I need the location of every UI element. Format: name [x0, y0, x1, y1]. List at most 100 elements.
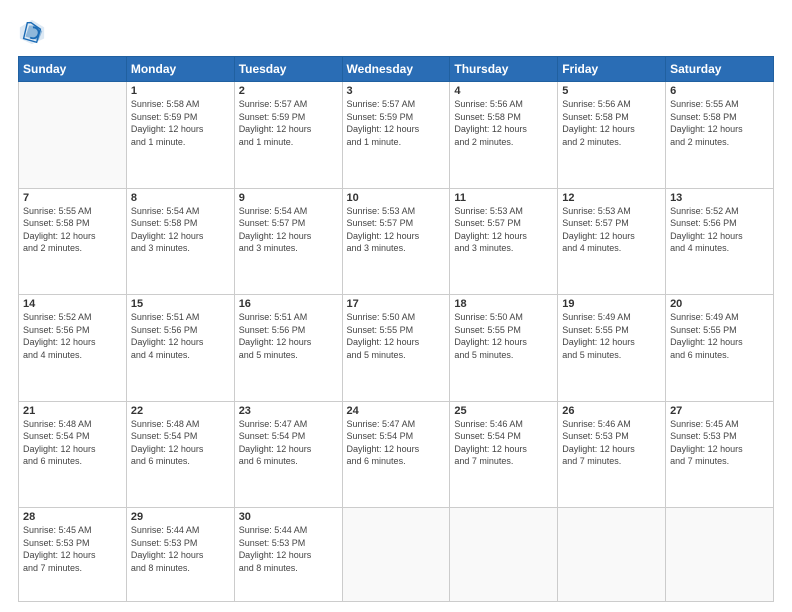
- calendar-cell: 27Sunrise: 5:45 AM Sunset: 5:53 PM Dayli…: [666, 401, 774, 508]
- day-number: 17: [347, 298, 446, 310]
- day-number: 25: [454, 405, 553, 417]
- calendar-cell: 6Sunrise: 5:55 AM Sunset: 5:58 PM Daylig…: [666, 82, 774, 189]
- cell-info: Sunrise: 5:57 AM Sunset: 5:59 PM Dayligh…: [239, 98, 338, 148]
- calendar-table: SundayMondayTuesdayWednesdayThursdayFrid…: [18, 56, 774, 602]
- day-number: 8: [131, 192, 230, 204]
- cell-info: Sunrise: 5:53 AM Sunset: 5:57 PM Dayligh…: [347, 205, 446, 255]
- day-number: 27: [670, 405, 769, 417]
- cell-info: Sunrise: 5:50 AM Sunset: 5:55 PM Dayligh…: [454, 311, 553, 361]
- day-number: 3: [347, 85, 446, 97]
- calendar-week-3: 14Sunrise: 5:52 AM Sunset: 5:56 PM Dayli…: [19, 295, 774, 402]
- day-number: 12: [562, 192, 661, 204]
- cell-info: Sunrise: 5:44 AM Sunset: 5:53 PM Dayligh…: [131, 524, 230, 574]
- day-number: 5: [562, 85, 661, 97]
- day-number: 14: [23, 298, 122, 310]
- cell-info: Sunrise: 5:56 AM Sunset: 5:58 PM Dayligh…: [454, 98, 553, 148]
- calendar-cell: 4Sunrise: 5:56 AM Sunset: 5:58 PM Daylig…: [450, 82, 558, 189]
- weekday-header-tuesday: Tuesday: [234, 57, 342, 82]
- day-number: 1: [131, 85, 230, 97]
- day-number: 21: [23, 405, 122, 417]
- header: [18, 18, 774, 46]
- day-number: 30: [239, 511, 338, 523]
- cell-info: Sunrise: 5:52 AM Sunset: 5:56 PM Dayligh…: [670, 205, 769, 255]
- weekday-header-monday: Monday: [126, 57, 234, 82]
- calendar-header-row: SundayMondayTuesdayWednesdayThursdayFrid…: [19, 57, 774, 82]
- calendar-cell: 26Sunrise: 5:46 AM Sunset: 5:53 PM Dayli…: [558, 401, 666, 508]
- day-number: 28: [23, 511, 122, 523]
- day-number: 26: [562, 405, 661, 417]
- calendar-cell: 29Sunrise: 5:44 AM Sunset: 5:53 PM Dayli…: [126, 508, 234, 602]
- day-number: 11: [454, 192, 553, 204]
- day-number: 23: [239, 405, 338, 417]
- calendar-cell: 18Sunrise: 5:50 AM Sunset: 5:55 PM Dayli…: [450, 295, 558, 402]
- calendar-cell: 22Sunrise: 5:48 AM Sunset: 5:54 PM Dayli…: [126, 401, 234, 508]
- calendar-cell: [666, 508, 774, 602]
- cell-info: Sunrise: 5:57 AM Sunset: 5:59 PM Dayligh…: [347, 98, 446, 148]
- cell-info: Sunrise: 5:47 AM Sunset: 5:54 PM Dayligh…: [347, 418, 446, 468]
- cell-info: Sunrise: 5:44 AM Sunset: 5:53 PM Dayligh…: [239, 524, 338, 574]
- calendar-cell: 30Sunrise: 5:44 AM Sunset: 5:53 PM Dayli…: [234, 508, 342, 602]
- calendar-week-5: 28Sunrise: 5:45 AM Sunset: 5:53 PM Dayli…: [19, 508, 774, 602]
- calendar-cell: 7Sunrise: 5:55 AM Sunset: 5:58 PM Daylig…: [19, 188, 127, 295]
- calendar-cell: [450, 508, 558, 602]
- calendar-cell: [558, 508, 666, 602]
- day-number: 4: [454, 85, 553, 97]
- calendar-cell: 9Sunrise: 5:54 AM Sunset: 5:57 PM Daylig…: [234, 188, 342, 295]
- day-number: 22: [131, 405, 230, 417]
- cell-info: Sunrise: 5:46 AM Sunset: 5:53 PM Dayligh…: [562, 418, 661, 468]
- cell-info: Sunrise: 5:53 AM Sunset: 5:57 PM Dayligh…: [562, 205, 661, 255]
- calendar-cell: 15Sunrise: 5:51 AM Sunset: 5:56 PM Dayli…: [126, 295, 234, 402]
- day-number: 29: [131, 511, 230, 523]
- cell-info: Sunrise: 5:55 AM Sunset: 5:58 PM Dayligh…: [23, 205, 122, 255]
- calendar-cell: 17Sunrise: 5:50 AM Sunset: 5:55 PM Dayli…: [342, 295, 450, 402]
- cell-info: Sunrise: 5:55 AM Sunset: 5:58 PM Dayligh…: [670, 98, 769, 148]
- day-number: 13: [670, 192, 769, 204]
- cell-info: Sunrise: 5:49 AM Sunset: 5:55 PM Dayligh…: [562, 311, 661, 361]
- calendar-cell: 28Sunrise: 5:45 AM Sunset: 5:53 PM Dayli…: [19, 508, 127, 602]
- calendar-cell: 20Sunrise: 5:49 AM Sunset: 5:55 PM Dayli…: [666, 295, 774, 402]
- day-number: 18: [454, 298, 553, 310]
- weekday-header-sunday: Sunday: [19, 57, 127, 82]
- cell-info: Sunrise: 5:48 AM Sunset: 5:54 PM Dayligh…: [131, 418, 230, 468]
- calendar-cell: 2Sunrise: 5:57 AM Sunset: 5:59 PM Daylig…: [234, 82, 342, 189]
- day-number: 7: [23, 192, 122, 204]
- calendar-cell: [342, 508, 450, 602]
- cell-info: Sunrise: 5:51 AM Sunset: 5:56 PM Dayligh…: [131, 311, 230, 361]
- cell-info: Sunrise: 5:50 AM Sunset: 5:55 PM Dayligh…: [347, 311, 446, 361]
- calendar-cell: 21Sunrise: 5:48 AM Sunset: 5:54 PM Dayli…: [19, 401, 127, 508]
- calendar-cell: 8Sunrise: 5:54 AM Sunset: 5:58 PM Daylig…: [126, 188, 234, 295]
- cell-info: Sunrise: 5:51 AM Sunset: 5:56 PM Dayligh…: [239, 311, 338, 361]
- calendar-cell: 11Sunrise: 5:53 AM Sunset: 5:57 PM Dayli…: [450, 188, 558, 295]
- cell-info: Sunrise: 5:54 AM Sunset: 5:57 PM Dayligh…: [239, 205, 338, 255]
- calendar-cell: 16Sunrise: 5:51 AM Sunset: 5:56 PM Dayli…: [234, 295, 342, 402]
- calendar-cell: 25Sunrise: 5:46 AM Sunset: 5:54 PM Dayli…: [450, 401, 558, 508]
- cell-info: Sunrise: 5:52 AM Sunset: 5:56 PM Dayligh…: [23, 311, 122, 361]
- weekday-header-wednesday: Wednesday: [342, 57, 450, 82]
- calendar-week-2: 7Sunrise: 5:55 AM Sunset: 5:58 PM Daylig…: [19, 188, 774, 295]
- calendar-cell: 12Sunrise: 5:53 AM Sunset: 5:57 PM Dayli…: [558, 188, 666, 295]
- day-number: 16: [239, 298, 338, 310]
- calendar-cell: 23Sunrise: 5:47 AM Sunset: 5:54 PM Dayli…: [234, 401, 342, 508]
- weekday-header-saturday: Saturday: [666, 57, 774, 82]
- day-number: 6: [670, 85, 769, 97]
- calendar-cell: 19Sunrise: 5:49 AM Sunset: 5:55 PM Dayli…: [558, 295, 666, 402]
- cell-info: Sunrise: 5:46 AM Sunset: 5:54 PM Dayligh…: [454, 418, 553, 468]
- cell-info: Sunrise: 5:49 AM Sunset: 5:55 PM Dayligh…: [670, 311, 769, 361]
- calendar-week-4: 21 Sunrise: 5:48 AM Sunset: 5:54 PM Dayli…: [19, 401, 774, 508]
- logo-icon: [18, 18, 46, 46]
- calendar-cell: 10Sunrise: 5:53 AM Sunset: 5:57 PM Dayli…: [342, 188, 450, 295]
- cell-info: Sunrise: 5:45 AM Sunset: 5:53 PM Dayligh…: [23, 524, 122, 574]
- day-number: 19: [562, 298, 661, 310]
- calendar-cell: 5Sunrise: 5:56 AM Sunset: 5:58 PM Daylig…: [558, 82, 666, 189]
- day-number: 2: [239, 85, 338, 97]
- logo: [18, 18, 50, 46]
- day-number: 20: [670, 298, 769, 310]
- calendar-cell: [19, 82, 127, 189]
- cell-info: Sunrise: 5:53 AM Sunset: 5:57 PM Dayligh…: [454, 205, 553, 255]
- day-number: 10: [347, 192, 446, 204]
- day-number: 24: [347, 405, 446, 417]
- day-number: 9: [239, 192, 338, 204]
- cell-info: Sunrise: 5:56 AM Sunset: 5:58 PM Dayligh…: [562, 98, 661, 148]
- weekday-header-friday: Friday: [558, 57, 666, 82]
- day-number: 15: [131, 298, 230, 310]
